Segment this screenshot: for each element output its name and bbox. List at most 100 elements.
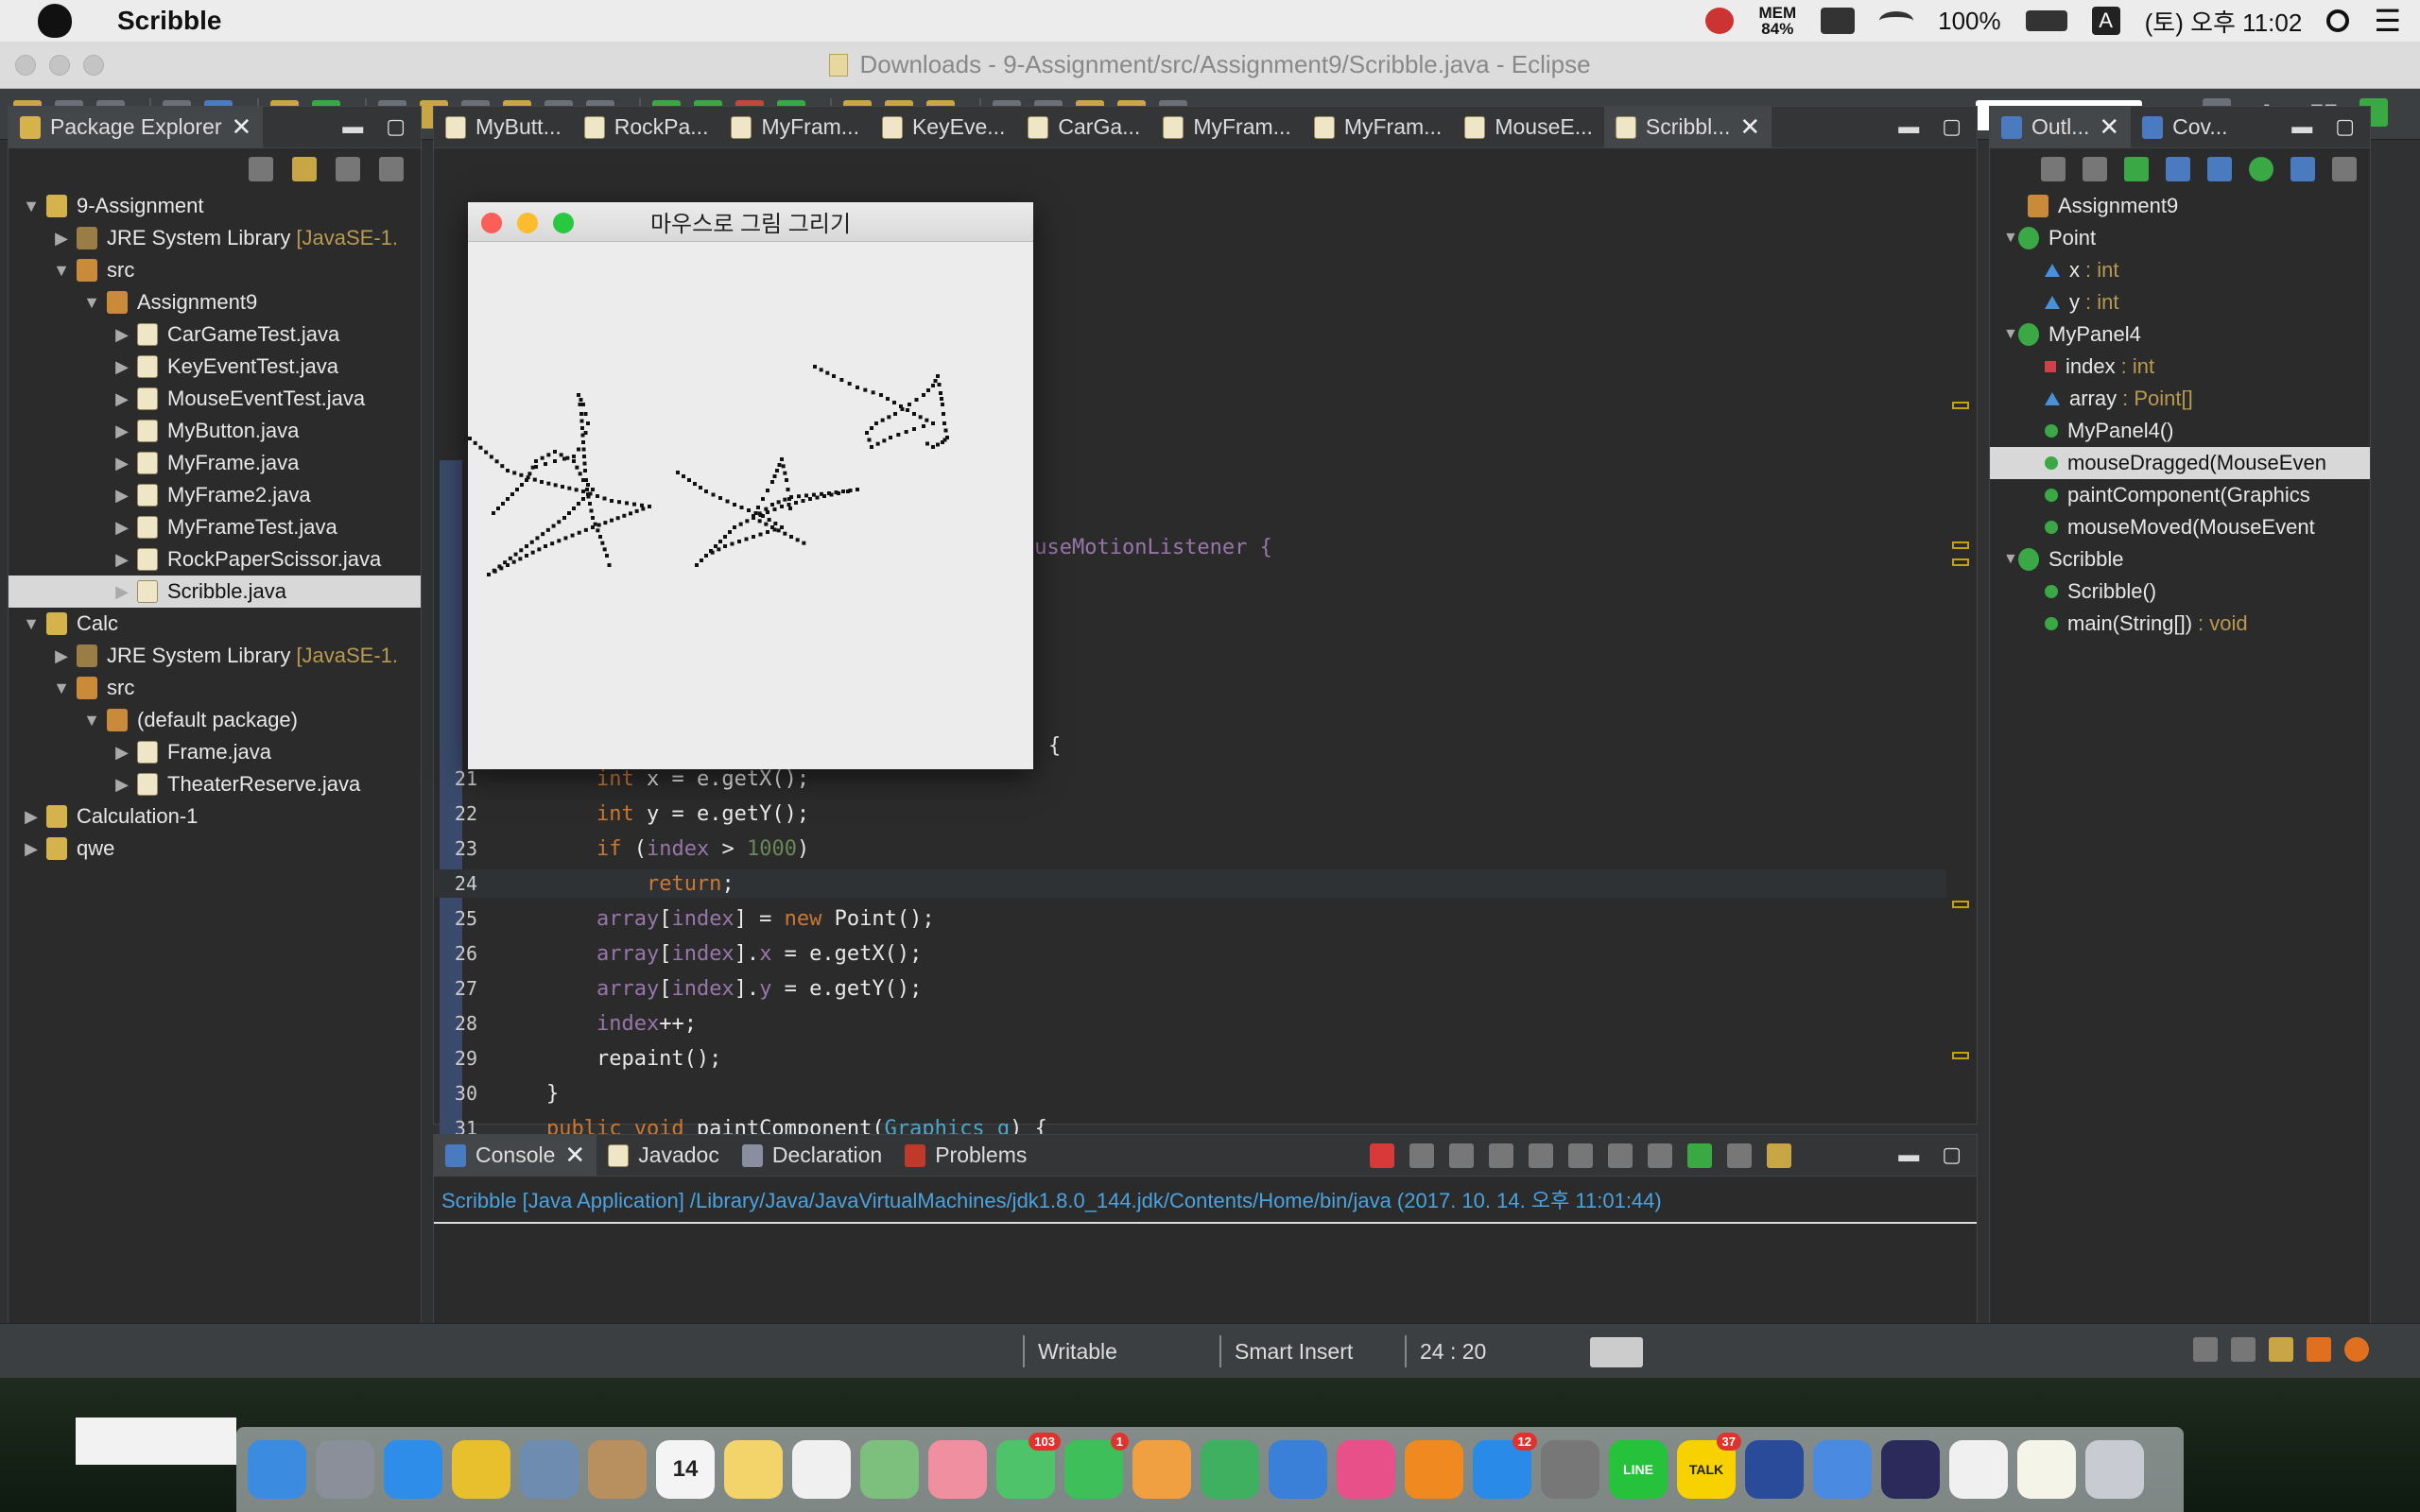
view-menu-icon[interactable] — [2332, 157, 2357, 181]
expand-arrow-icon[interactable]: ▶ — [112, 486, 131, 506]
code-line[interactable]: 25 array[index] = new Point(); — [434, 904, 1946, 933]
editor-tab[interactable]: MyButt... — [434, 107, 573, 148]
dock-app-document[interactable] — [2017, 1440, 2076, 1499]
link-with-editor-icon[interactable] — [292, 157, 317, 181]
expand-arrow-icon[interactable]: ▶ — [22, 839, 41, 859]
dock-app-eclipse[interactable] — [1881, 1440, 1940, 1499]
tree-item[interactable]: ▼ src — [9, 672, 421, 704]
scribble-frame[interactable]: 마우스로 그림 그리기 — [468, 202, 1033, 769]
collapse-all-icon[interactable] — [2041, 157, 2066, 181]
expand-arrow-icon[interactable]: ▶ — [52, 229, 71, 249]
expand-arrow-icon[interactable]: ▶ — [112, 775, 131, 795]
dock-app-facetime[interactable]: 1 — [1064, 1433, 1129, 1499]
editor-tab[interactable]: CarGa... — [1016, 107, 1151, 148]
dock-app-launchpad[interactable] — [316, 1440, 374, 1499]
drawing-canvas[interactable] — [468, 242, 1033, 767]
minimize-icon[interactable]: ▬ — [2291, 114, 2312, 139]
dock-app-finder[interactable] — [248, 1440, 306, 1499]
focus-icon[interactable] — [336, 157, 360, 181]
overview-marker[interactable] — [1952, 1052, 1969, 1059]
editor-tab[interactable]: MouseE... — [1453, 107, 1604, 148]
outline-item[interactable]: x: int — [1990, 254, 2370, 286]
outline-item[interactable]: Scribble() — [1990, 576, 2370, 608]
expand-arrow-icon[interactable]: ▶ — [112, 743, 131, 763]
dock-app-maps[interactable] — [860, 1440, 919, 1499]
spotlight-icon[interactable] — [2326, 9, 2350, 32]
tree-item[interactable]: ▼ (default package) — [9, 704, 421, 736]
filter-icon[interactable] — [2290, 157, 2315, 181]
pin-console-icon[interactable] — [1608, 1143, 1633, 1168]
hide-local-types-icon[interactable] — [2249, 157, 2273, 181]
apple-menu-icon[interactable] — [38, 4, 72, 38]
tree-item[interactable]: ▶ RockPaperScissor.java — [9, 543, 421, 576]
tab-package-explorer[interactable]: Package Explorer ✕ — [9, 106, 264, 148]
tree-item[interactable]: ▶ JRE System Library [JavaSE-1. — [9, 640, 421, 672]
code-line[interactable]: 24 return; — [434, 869, 1946, 898]
dock-app-itunes[interactable] — [1337, 1440, 1395, 1499]
console-tab[interactable]: Declaration — [731, 1135, 893, 1177]
frame-zoom-button[interactable] — [553, 213, 574, 233]
outline-item[interactable]: mouseDragged(MouseEven — [1990, 447, 2370, 479]
tree-item[interactable]: ▼ Assignment9 — [9, 286, 421, 318]
overview-marker[interactable] — [1952, 558, 1969, 566]
overview-marker[interactable] — [1952, 402, 1969, 409]
tree-item[interactable]: ▶ MyFrameTest.java — [9, 511, 421, 543]
tree-item[interactable]: ▶ TheaterReserve.java — [9, 768, 421, 800]
close-icon[interactable]: ✕ — [1739, 112, 1760, 142]
tree-item[interactable]: ▼ Calc — [9, 608, 421, 640]
expand-arrow-icon[interactable]: ▼ — [82, 293, 101, 313]
scribble-frame-title-bar[interactable]: 마우스로 그림 그리기 — [468, 202, 1033, 242]
tab-coverage[interactable]: Cov... — [2131, 107, 2238, 148]
expand-arrow-icon[interactable]: ▶ — [112, 550, 131, 570]
outline-item[interactable]: y: int — [1990, 286, 2370, 318]
expand-arrow-icon[interactable]: ▶ — [112, 357, 131, 377]
help-icon[interactable] — [2344, 1337, 2369, 1362]
dock-app-kakaotalk[interactable]: TALK 37 — [1677, 1433, 1741, 1499]
hat-icon[interactable] — [2269, 1337, 2293, 1362]
tree-item[interactable]: ▶ KeyEventTest.java — [9, 351, 421, 383]
overview-marker[interactable] — [1952, 901, 1969, 908]
code-line[interactable]: 30 } — [434, 1079, 1946, 1108]
tree-item[interactable]: ▶ MyButton.java — [9, 415, 421, 447]
close-icon[interactable]: ✕ — [232, 112, 252, 142]
dock-app-contacts[interactable] — [588, 1440, 647, 1499]
outline-item[interactable]: paintComponent(Graphics — [1990, 479, 2370, 511]
tree-item[interactable]: ▶ qwe — [9, 833, 421, 865]
scroll-lock-icon[interactable] — [1489, 1143, 1513, 1168]
dock-app-system-preferences[interactable] — [1541, 1440, 1599, 1499]
dock-app-preview[interactable] — [520, 1440, 579, 1499]
dock-app-line[interactable]: LINE — [1609, 1440, 1668, 1499]
editor-tab[interactable]: KeyEve... — [871, 107, 1016, 148]
outline-item[interactable]: array: Point[] — [1990, 383, 2370, 415]
collapse-all-icon[interactable] — [249, 157, 273, 181]
outline-item[interactable]: ▼ MyPanel4 — [1990, 318, 2370, 351]
input-source[interactable]: A — [2091, 7, 2120, 35]
outline-item[interactable]: mouseMoved(MouseEvent — [1990, 511, 2370, 543]
tree-item[interactable]: ▶ CarGameTest.java — [9, 318, 421, 351]
window-zoom-button[interactable] — [83, 55, 104, 76]
editor-tab[interactable]: RockPa... — [573, 107, 720, 148]
expand-arrow-icon[interactable]: ▶ — [112, 389, 131, 409]
tree-item[interactable]: ▶ MyFrame.java — [9, 447, 421, 479]
dock-app-pages[interactable] — [1132, 1440, 1191, 1499]
dock-app-trash[interactable] — [2085, 1440, 2144, 1499]
expand-arrow-icon[interactable]: ▶ — [112, 325, 131, 345]
maximize-icon[interactable]: ▢ — [1942, 1143, 1962, 1167]
expand-arrow-icon[interactable]: ▶ — [22, 807, 41, 827]
editor-tab[interactable]: MyFram... — [1303, 107, 1454, 148]
task-icon[interactable] — [2193, 1337, 2218, 1362]
editor-tab[interactable]: MyFram... — [1151, 107, 1303, 148]
dock-app-calendar[interactable]: 14 — [656, 1440, 715, 1499]
expand-arrow-icon[interactable]: ▼ — [52, 261, 71, 281]
expand-arrow-icon[interactable]: ▶ — [112, 518, 131, 538]
outline-item[interactable]: ▼ Point — [1990, 222, 2370, 254]
dock-app-safari[interactable] — [384, 1440, 442, 1499]
code-line[interactable]: 22 int y = e.getY(); — [434, 799, 1946, 828]
notification-center-icon[interactable]: ☰ — [2374, 3, 2401, 39]
editor-tab[interactable]: MyFram... — [719, 107, 871, 148]
minimize-icon[interactable]: ▬ — [1898, 114, 1919, 139]
code-line[interactable]: 29 repaint(); — [434, 1044, 1946, 1073]
close-icon[interactable]: ✕ — [2099, 112, 2119, 142]
tree-item[interactable]: ▶ Calculation-1 — [9, 800, 421, 833]
word-wrap-icon[interactable] — [1529, 1143, 1553, 1168]
